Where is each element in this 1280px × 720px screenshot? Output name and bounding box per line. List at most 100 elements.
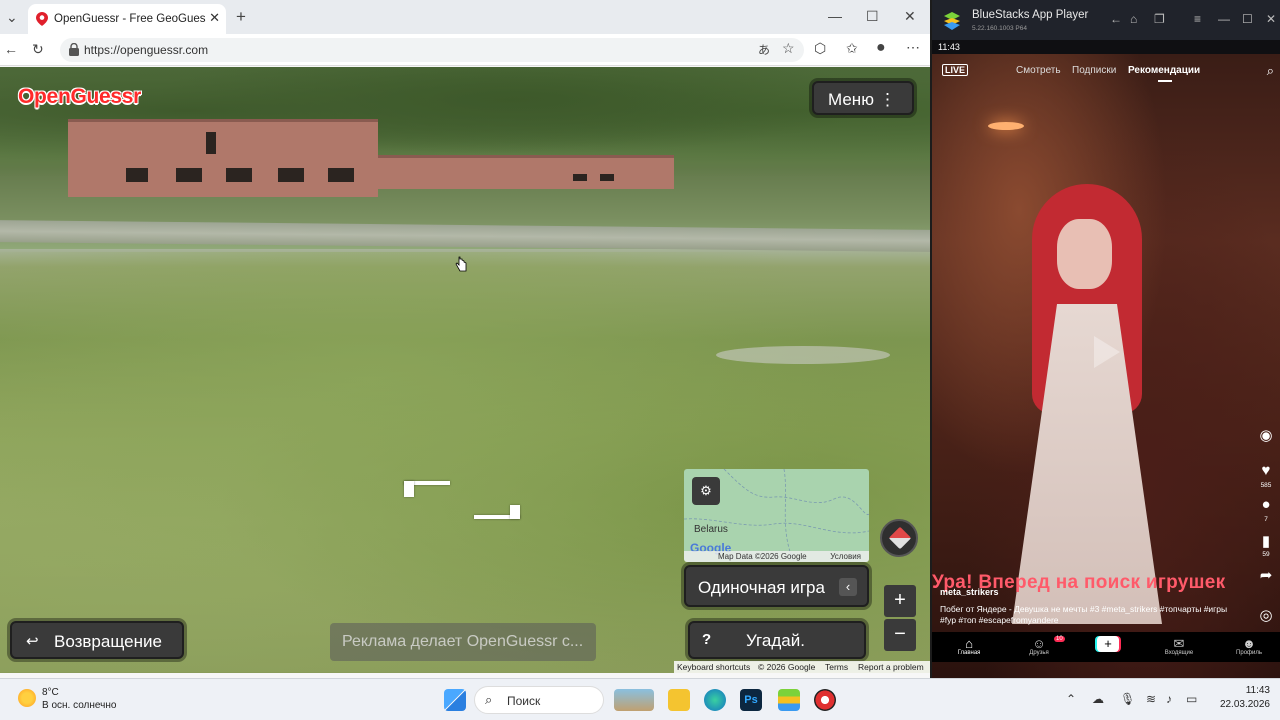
nav-arrow-bar[interactable] — [510, 505, 520, 519]
clock[interactable]: 11:43 22.03.2026 — [1220, 685, 1270, 710]
return-arrow-icon: ↩ — [26, 633, 39, 650]
close-window-icon[interactable]: ✕ — [904, 8, 916, 25]
back-arrow-icon[interactable]: ← — [1110, 12, 1122, 26]
map-terms-link[interactable]: Условия — [830, 552, 861, 561]
maximize-icon[interactable]: ☐ — [1242, 12, 1253, 26]
photoshop-icon[interactable]: Ps — [740, 689, 762, 711]
bluestacks-titlebar: BlueStacks App Player 5.22.160.1003 P64 … — [932, 0, 1280, 40]
map-country-label: Belarus — [694, 524, 728, 535]
search-icon[interactable]: ⌕ — [1267, 63, 1274, 79]
taskbar-search[interactable]: ⌕ Поиск — [474, 686, 604, 714]
home-icon[interactable]: ⌂ — [1130, 12, 1137, 26]
create-plus-icon[interactable]: + — [1097, 636, 1119, 652]
maximize-icon[interactable]: ☐ — [866, 8, 879, 25]
file-explorer-icon[interactable] — [668, 689, 690, 711]
tiktok-bottom-nav: ⌂ Главная ☺ 10 Друзья + ✉ Входящие ☻ Профиль — [932, 632, 1280, 662]
openguessr-logo[interactable]: OpenGuessr — [18, 85, 141, 109]
avatar[interactable]: ◉ — [1254, 426, 1278, 444]
tab-recommendations[interactable]: Рекомендации — [1128, 65, 1200, 76]
bookmark-icon[interactable]: ▮ — [1254, 532, 1278, 550]
favorites-icon[interactable]: ✩ — [846, 40, 858, 57]
nav-arrow-bar[interactable] — [404, 481, 414, 497]
minimize-icon[interactable]: — — [1218, 12, 1230, 26]
guess-label: Угадай. — [746, 631, 805, 650]
guess-button[interactable]: ? Угадай. — [688, 621, 866, 659]
back-button[interactable]: ↩ Возвращение — [10, 621, 184, 659]
comment-icon[interactable]: ● — [1254, 496, 1278, 513]
favorite-star-icon[interactable]: ☆ — [782, 40, 795, 57]
friends-badge: 10 — [1054, 636, 1065, 642]
menu-icon[interactable]: ≡ — [1194, 12, 1201, 26]
multi-instance-icon[interactable]: ❐ — [1154, 12, 1165, 26]
nav-profile[interactable]: ☻ Профиль — [1224, 636, 1274, 656]
battery-icon[interactable]: ▭ — [1186, 692, 1197, 706]
windows-start-icon[interactable] — [444, 689, 466, 711]
back-arrow-icon[interactable]: ← — [4, 41, 18, 57]
profile-icon[interactable]: ● — [876, 39, 886, 57]
tab-watch[interactable]: Смотреть — [1016, 65, 1061, 76]
close-window-icon[interactable]: ✕ — [1266, 12, 1276, 26]
question-icon: ? — [702, 631, 712, 648]
window — [278, 168, 304, 182]
music-disc-icon[interactable]: ◎ — [1254, 606, 1278, 624]
heart-icon[interactable]: ♥ — [1254, 462, 1278, 479]
url-field[interactable]: https://openguessr.com — [60, 38, 804, 62]
openguessr-favicon-icon — [36, 12, 48, 26]
ad-banner[interactable]: Реклама делает OpenGuessr с... — [330, 623, 596, 661]
translate-icon[interactable]: あ — [758, 41, 770, 58]
url-text: https://openguessr.com — [84, 43, 209, 57]
profile-icon: ☻ — [1242, 636, 1256, 651]
extensions-icon[interactable]: ⬡ — [814, 40, 826, 57]
microphone-icon[interactable]: 🎙 — [1120, 692, 1135, 706]
zoom-out-button[interactable]: − — [884, 619, 916, 651]
map-settings-icon[interactable]: ⚙ — [692, 477, 720, 505]
tiktok-video[interactable]: LIVE Смотреть Подписки Рекомендации ⌕ ◉ … — [932, 54, 1280, 678]
more-icon[interactable]: ⋯ — [906, 39, 920, 56]
live-icon[interactable]: LIVE — [942, 64, 969, 76]
tray-chevron-icon[interactable]: ⌃ — [1066, 692, 1076, 706]
game-mode-button[interactable]: Одиночная игра ‹ — [684, 565, 869, 607]
ad-text: Реклама делает OpenGuessr с... — [342, 633, 584, 650]
minimize-icon[interactable]: — — [828, 8, 842, 24]
zoom-in-button[interactable]: + — [884, 585, 916, 617]
volume-icon[interactable]: ♪ — [1166, 692, 1172, 706]
keyboard-shortcuts-link[interactable]: Keyboard shortcuts — [677, 662, 750, 672]
browser-tab[interactable]: OpenGuessr - Free GeoGuessr Alte ✕ — [28, 4, 226, 34]
character-face — [1057, 219, 1112, 289]
nav-inbox[interactable]: ✉ Входящие — [1154, 636, 1204, 656]
bluestacks-taskbar-icon[interactable] — [778, 689, 800, 711]
compass-needle — [888, 526, 912, 550]
navigation-ellipse[interactable] — [716, 346, 890, 364]
report-problem-link[interactable]: Report a problem — [858, 662, 924, 672]
bluestacks-logo-icon — [944, 12, 960, 30]
terms-link[interactable]: Terms — [825, 662, 848, 672]
tab-close-icon[interactable]: ✕ — [209, 10, 220, 26]
street-view-panorama[interactable]: OpenGuessr Меню ⋮ ↩ Возвращение Реклама … — [0, 67, 930, 673]
window — [600, 174, 614, 181]
nav-inbox-label: Входящие — [1164, 650, 1194, 656]
clock-date: 22.03.2026 — [1219, 699, 1270, 710]
widget-thumbnail-icon[interactable] — [614, 689, 654, 711]
tab-bar: ⌄ OpenGuessr - Free GeoGuessr Alte ✕ + —… — [0, 0, 930, 34]
reload-icon[interactable]: ↻ — [32, 41, 44, 58]
nav-friends[interactable]: ☺ 10 Друзья — [1014, 636, 1065, 656]
guess-minimap[interactable]: ⚙ Belarus Google Map Data ©2026 Google У… — [684, 469, 869, 562]
tab-subscriptions[interactable]: Подписки — [1072, 65, 1116, 76]
edge-browser-icon[interactable] — [704, 689, 726, 711]
bluestacks-version: 5.22.160.1003 P64 — [972, 25, 1027, 32]
onedrive-icon[interactable]: ☁ — [1092, 692, 1104, 706]
openguessr-app-icon[interactable] — [814, 689, 836, 711]
new-tab-icon[interactable]: + — [236, 7, 246, 27]
tab-list-chevron-icon[interactable]: ⌄ — [6, 9, 18, 26]
wifi-icon[interactable]: ≋ — [1146, 692, 1156, 706]
play-icon[interactable] — [1094, 336, 1120, 368]
map-attribution: Keyboard shortcuts © 2026 Google Terms R… — [674, 661, 930, 673]
tiktok-feed-tabs: LIVE Смотреть Подписки Рекомендации ⌕ — [932, 63, 1280, 84]
nav-home[interactable]: ⌂ Главная — [944, 636, 994, 656]
building-left — [68, 119, 378, 197]
collapse-icon[interactable]: ‹ — [839, 578, 857, 596]
video-author[interactable]: meta_strikers — [940, 587, 999, 597]
menu-button[interactable]: Меню ⋮ — [812, 81, 914, 115]
compass-icon[interactable] — [880, 519, 918, 557]
windows-taskbar: 8°C В осн. солнечно ⌕ Поиск Ps ⌃ ☁ 🎙 ≋ ♪… — [0, 678, 1280, 720]
